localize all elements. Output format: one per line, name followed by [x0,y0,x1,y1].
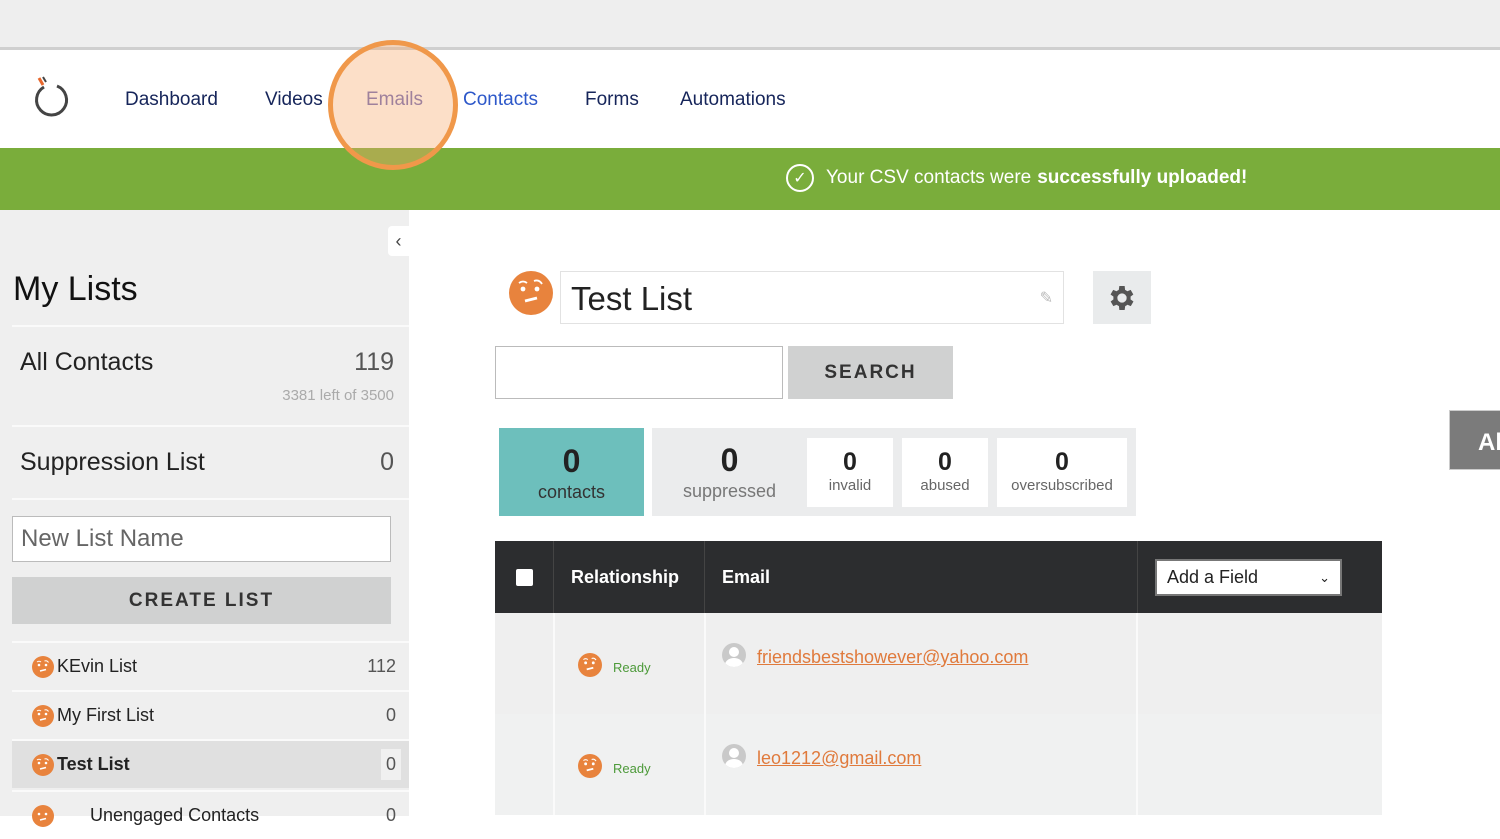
list-title: Test List [571,280,693,317]
column-relationship[interactable]: Relationship [554,541,705,613]
success-banner: ✓ Your CSV contacts were successfully up… [0,148,1500,210]
all-contacts-quota: 3381 left of 3500 [282,387,394,404]
stat-suppressed-label: suppressed [682,481,777,501]
nav-videos[interactable]: Videos [265,89,323,111]
check-circle-icon: ✓ [786,164,814,192]
face-icon [32,705,54,727]
stat-abused[interactable]: 0 abused [902,438,988,507]
stat-suppressed-group: 0 suppressed 0 invalid 0 abused 0 oversu… [652,428,1136,516]
list-count: 0 [380,749,401,780]
banner-bold-text: successfully uploaded! [1037,167,1248,188]
stat-oversubscribed[interactable]: 0 oversubscribed [997,438,1127,507]
chevron-down-icon: ⌄ [1319,569,1330,585]
add-field-select[interactable]: Add a Field ⌄ [1155,559,1342,596]
stat-abused-value: 0 [938,448,952,476]
list-count: 112 [367,656,396,676]
stat-oversubscribed-label: oversubscribed [1011,477,1113,494]
face-icon [32,656,54,678]
nav-forms[interactable]: Forms [585,89,639,111]
suppression-label: Suppression List [20,448,205,476]
side-tab-button[interactable]: Al [1449,410,1500,470]
banner-text: Your CSV contacts were [826,167,1032,188]
nav-contacts[interactable]: Contacts [463,89,538,111]
contact-avatar-icon [722,743,746,768]
browser-top-bar [0,0,1500,50]
suppression-count: 0 [380,448,394,476]
divider [12,498,409,500]
app-logo-icon[interactable] [30,75,74,119]
list-item-kevin[interactable]: KEvin List 112 [12,641,409,690]
stat-invalid[interactable]: 0 invalid [807,438,893,507]
column-email[interactable]: Email [705,541,1138,613]
nav-dashboard[interactable]: Dashboard [125,89,218,111]
new-list-name-input[interactable] [12,516,391,562]
list-name: My First List [57,705,154,725]
list-item-my-first[interactable]: My First List 0 [12,690,409,739]
contact-email-link[interactable]: leo1212@gmail.com [757,748,921,769]
stat-abused-label: abused [920,477,970,494]
contact-email-link[interactable]: friendsbestshowever@yahoo.com [757,647,1028,668]
stat-contacts-label: contacts [537,482,606,502]
stat-suppressed-value: 0 [720,442,739,478]
stat-invalid-value: 0 [843,448,857,476]
table-header: Relationship Email Add a Field ⌄ [495,541,1382,613]
list-settings-button[interactable] [1093,271,1151,324]
all-contacts-label: All Contacts [20,348,154,376]
select-all-checkbox[interactable] [515,568,533,586]
contacts-table: Relationship Email Add a Field ⌄ Ready f… [495,541,1382,816]
create-list-button[interactable]: CREATE LIST [12,577,391,624]
add-field-label: Add a Field [1167,567,1259,587]
top-navigation: Dashboard Videos Emails Contacts Forms A… [0,53,1500,148]
list-item-unengaged[interactable]: Unengaged Contacts 0 [12,790,409,839]
stat-oversubscribed-value: 0 [1055,448,1069,476]
table-row[interactable]: Ready leo1212@gmail.com [495,714,1382,815]
search-button[interactable]: SEARCH [788,346,953,399]
contact-avatar-icon [722,642,746,667]
lists-sidebar: ‹ My Lists All Contacts 119 3381 left of… [0,210,409,827]
sidebar-title: My Lists [13,270,138,308]
search-input[interactable] [495,346,783,399]
list-name: Test List [57,754,130,774]
face-icon [32,805,54,827]
list-count: 0 [385,705,396,725]
list-face-icon [509,271,553,320]
face-icon [32,754,54,776]
list-item-test[interactable]: Test List 0 [12,739,409,788]
list-name: KEvin List [57,656,138,676]
nav-emails[interactable]: Emails [366,89,423,111]
relationship-face-icon [578,754,602,778]
list-title-field[interactable]: Test List ✎ [560,271,1064,324]
collapse-sidebar-button[interactable]: ‹ [388,226,409,256]
relationship-status: Ready [613,760,651,776]
select-all-cell [495,541,554,613]
relationship-face-icon [578,653,602,677]
stat-invalid-label: invalid [828,477,872,494]
stat-contacts-value: 0 [562,443,581,479]
relationship-status: Ready [613,659,651,675]
stat-suppressed[interactable]: 0 suppressed [652,428,807,516]
stat-contacts[interactable]: 0 contacts [499,428,644,516]
pencil-icon[interactable]: ✎ [1040,288,1053,308]
chevron-left-icon: ‹ [395,230,402,251]
all-contacts-count: 119 [354,348,394,376]
table-row[interactable]: Ready friendsbestshowever@yahoo.com [495,613,1382,714]
nav-automations[interactable]: Automations [680,89,786,111]
suppression-list-item[interactable]: Suppression List 0 [12,425,409,498]
gear-icon [1110,285,1134,310]
all-contacts-item[interactable]: All Contacts 119 3381 left of 3500 [12,325,409,425]
